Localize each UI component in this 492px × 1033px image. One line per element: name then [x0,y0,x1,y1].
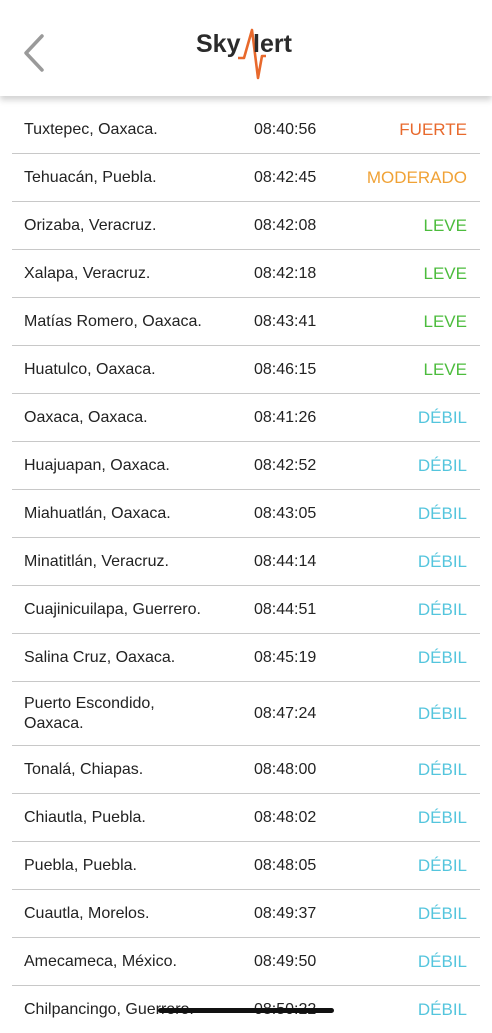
intensity-level: MODERADO [366,168,467,187]
alert-time: 08:48:02 [254,809,317,826]
city-label: Xalapa, Veracruz. [24,265,151,282]
list-item[interactable]: Minatitlán, Veracruz. 08:44:14 DÉBIL [12,538,480,586]
list-item[interactable]: Puerto Escondido, Oaxaca. 08:47:24 DÉBIL [12,682,480,746]
alert-time: 08:42:18 [254,265,317,282]
intensity-level: LEVE [423,312,467,331]
intensity-level: DÉBIL [417,600,467,619]
alert-time: 08:42:45 [254,169,317,186]
intensity-level: LEVE [423,216,467,235]
list-item[interactable]: Xalapa, Veracruz. 08:42:18 LEVE [12,250,480,298]
city-label: Orizaba, Veracruz. [24,217,157,234]
list-item[interactable]: Chiautla, Puebla. 08:48:02 DÉBIL [12,794,480,842]
list-item[interactable]: Amecameca, México. 08:49:50 DÉBIL [12,938,480,986]
intensity-level: LEVE [423,264,467,283]
list-item[interactable]: Matías Romero, Oaxaca. 08:43:41 LEVE [12,298,480,346]
alert-time: 08:44:51 [254,601,317,618]
city-label: Cuajinicuilapa, Guerrero. [24,601,201,618]
intensity-level: DÉBIL [417,1000,467,1019]
alert-time: 08:40:56 [254,121,317,138]
list-item[interactable]: Tuxtepec, Oaxaca. 08:40:56 FUERTE [12,106,480,154]
alert-time: 08:42:52 [254,457,317,474]
city-label: Puerto Escondido, Oaxaca. [24,695,155,732]
alert-time: 08:42:08 [254,217,317,234]
city-label: Cuautla, Morelos. [24,905,150,922]
city-label: Chiautla, Puebla. [24,809,146,826]
city-label: Tuxtepec, Oaxaca. [24,121,158,138]
list-item[interactable]: Puebla, Puebla. 08:48:05 DÉBIL [12,842,480,890]
city-label: Minatitlán, Veracruz. [24,553,169,570]
chevron-left-icon [24,34,44,72]
intensity-level: DÉBIL [417,808,467,827]
intensity-level: LEVE [423,360,467,379]
intensity-level: DÉBIL [417,552,467,571]
alert-time: 08:43:41 [254,313,317,330]
alert-time: 08:41:26 [254,409,317,426]
list-item[interactable]: Salina Cruz, Oaxaca. 08:45:19 DÉBIL [12,634,480,682]
list-item[interactable]: Miahuatlán, Oaxaca. 08:43:05 DÉBIL [12,490,480,538]
city-label: Amecameca, México. [24,953,177,970]
intensity-level: FUERTE [399,120,467,139]
intensity-level: DÉBIL [417,456,467,475]
city-label: Huajuapan, Oaxaca. [24,457,170,474]
list-item[interactable]: Huatulco, Oaxaca. 08:46:15 LEVE [12,346,480,394]
intensity-level: DÉBIL [417,760,467,779]
alert-time: 08:48:05 [254,857,317,874]
alert-time: 08:49:50 [254,953,317,970]
app-header: Sky lert [0,0,492,96]
intensity-level: DÉBIL [417,904,467,923]
city-label: Oaxaca, Oaxaca. [24,409,148,426]
alert-time: 08:46:15 [254,361,317,378]
city-label: Puebla, Puebla. [24,857,137,874]
city-label: Huatulco, Oaxaca. [24,361,156,378]
intensity-level: DÉBIL [417,856,467,875]
home-indicator[interactable] [158,1008,334,1013]
city-label: Tehuacán, Puebla. [24,169,157,186]
alert-time: 08:48:00 [254,761,317,778]
logo-text-sky: Sky [196,30,241,58]
list-item[interactable]: Tonalá, Chiapas. 08:48:00 DÉBIL [12,746,480,794]
list-item[interactable]: Cuajinicuilapa, Guerrero. 08:44:51 DÉBIL [12,586,480,634]
intensity-level: DÉBIL [417,648,467,667]
list-item[interactable]: Oaxaca, Oaxaca. 08:41:26 DÉBIL [12,394,480,442]
list-item[interactable]: Orizaba, Veracruz. 08:42:08 LEVE [12,202,480,250]
city-label: Miahuatlán, Oaxaca. [24,505,171,522]
intensity-level: DÉBIL [417,504,467,523]
intensity-level: DÉBIL [417,704,467,723]
back-button[interactable] [16,30,56,76]
list-item[interactable]: Cuautla, Morelos. 08:49:37 DÉBIL [12,890,480,938]
alert-time: 08:44:14 [254,553,317,570]
city-label: Tonalá, Chiapas. [24,761,144,778]
alert-time: 08:45:19 [254,649,317,666]
list-item[interactable]: Tehuacán, Puebla. 08:42:45 MODERADO [12,154,480,202]
city-label: Matías Romero, Oaxaca. [24,313,202,330]
logo-text-lert: lert [253,30,292,58]
alert-time: 08:47:24 [254,705,317,722]
alert-time: 08:43:05 [254,505,317,522]
list-item[interactable]: Huajuapan, Oaxaca. 08:42:52 DÉBIL [12,442,480,490]
intensity-level: DÉBIL [417,952,467,971]
city-label: Salina Cruz, Oaxaca. [24,649,176,666]
alert-time: 08:49:37 [254,905,317,922]
skyalert-logo: Sky lert [196,24,306,80]
intensity-level: DÉBIL [417,408,467,427]
